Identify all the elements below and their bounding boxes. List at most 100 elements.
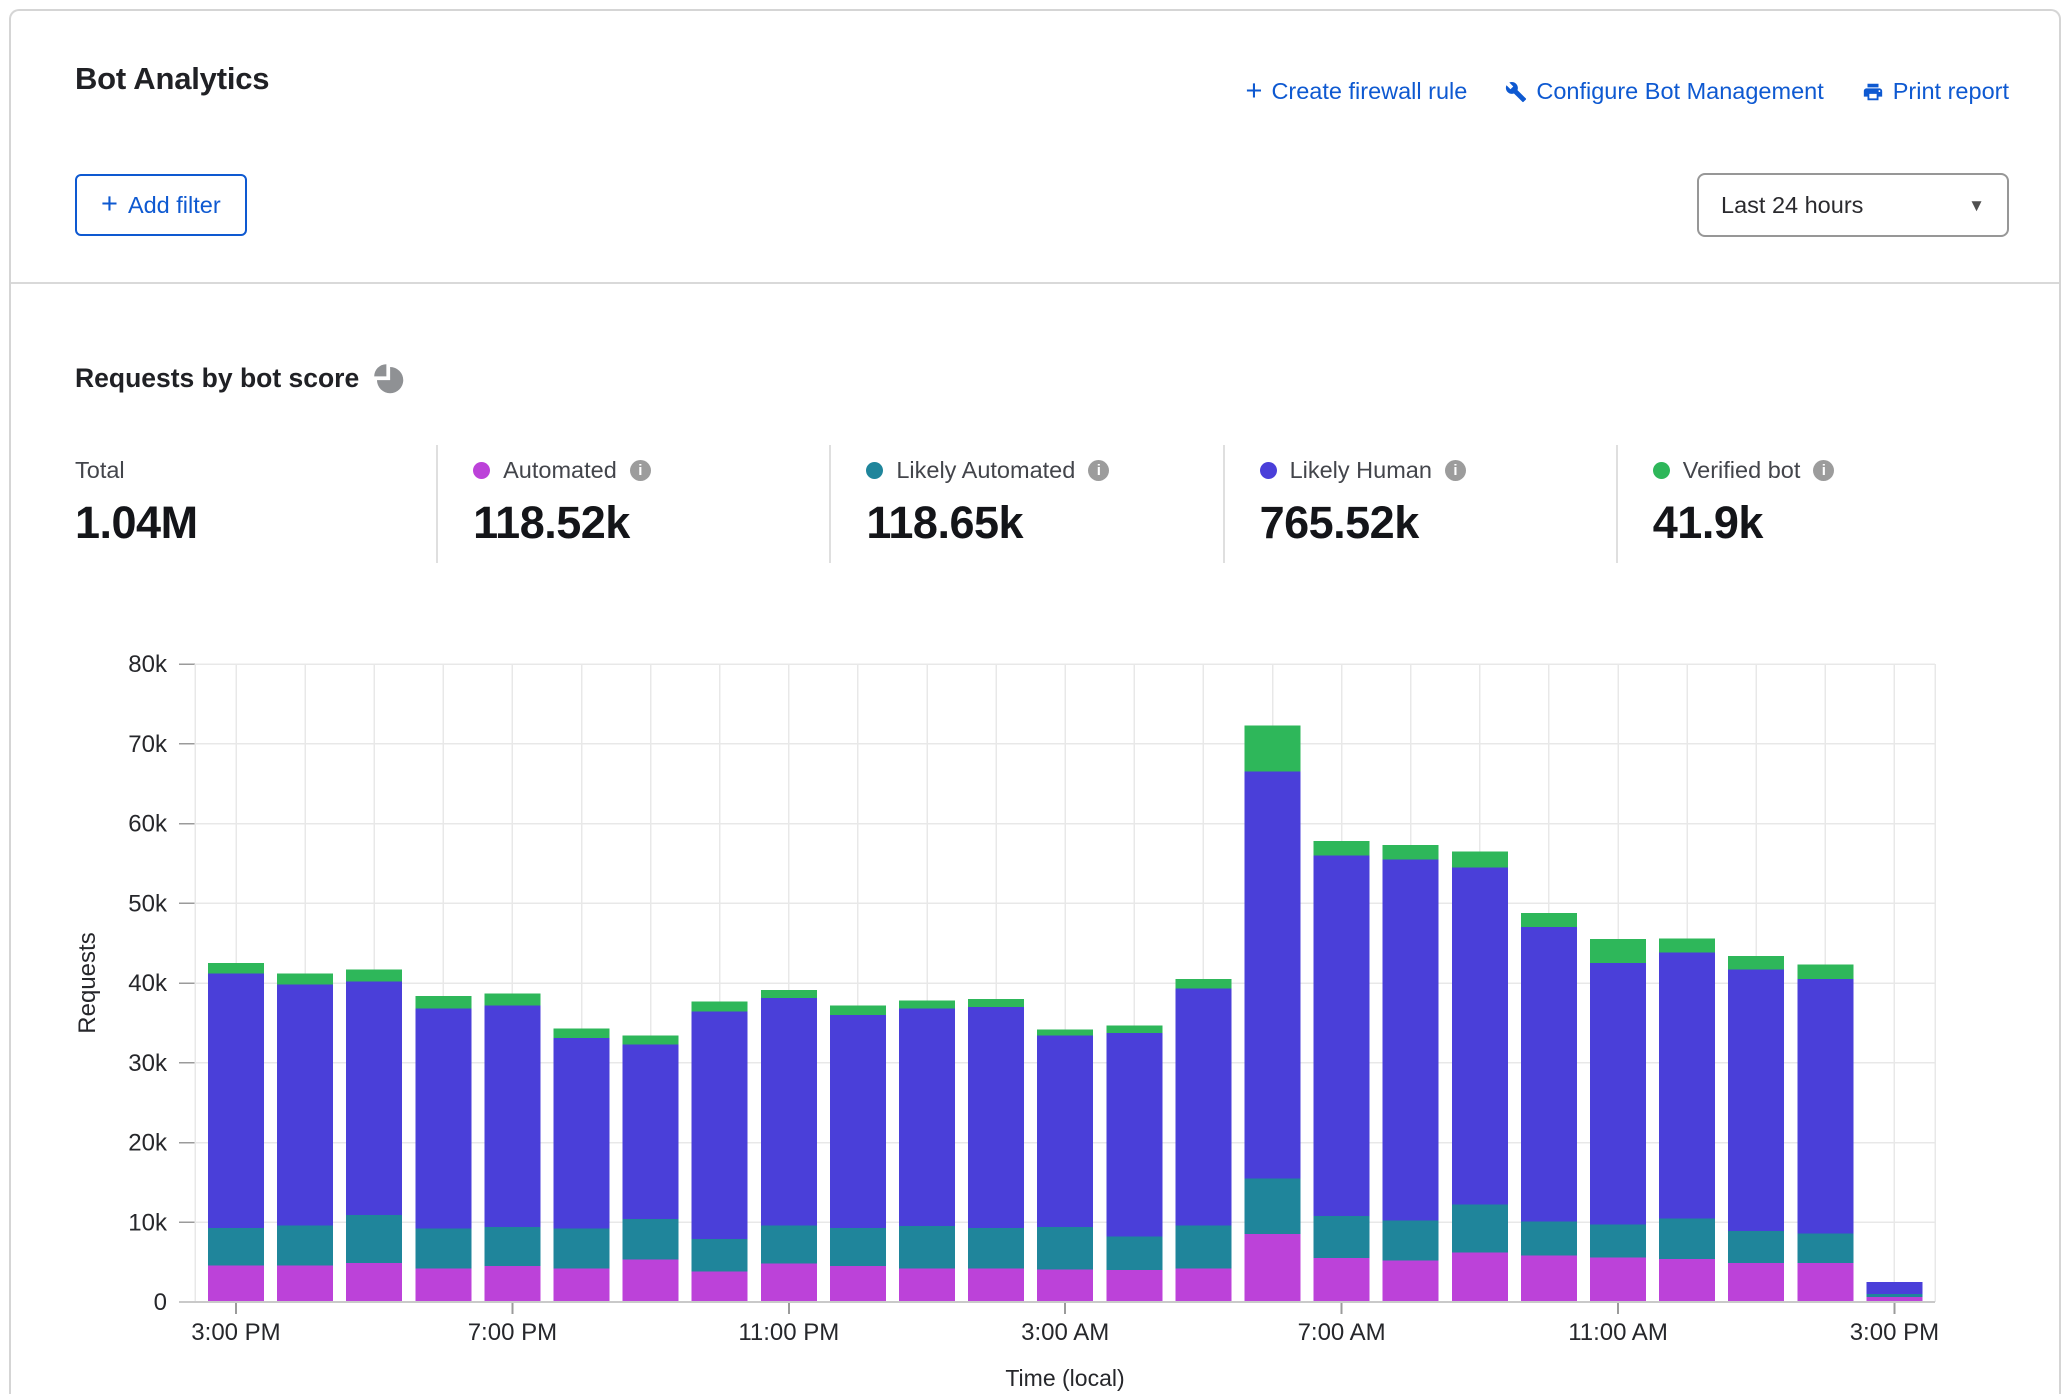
bar-segment-automated[interactable] — [484, 1266, 540, 1302]
bar-segment-automated[interactable] — [346, 1263, 402, 1302]
bar-segment-likely-human[interactable] — [623, 1044, 679, 1219]
bar-segment-verified-bot[interactable] — [1728, 956, 1784, 970]
bar-segment-automated[interactable] — [1314, 1258, 1370, 1302]
info-icon[interactable]: i — [1813, 460, 1834, 481]
bar-segment-likely-human[interactable] — [1521, 927, 1577, 1221]
bar-segment-likely-human[interactable] — [554, 1038, 610, 1229]
bar-segment-likely-automated[interactable] — [554, 1229, 610, 1269]
bar-segment-verified-bot[interactable] — [346, 969, 402, 981]
bar-segment-likely-automated[interactable] — [1659, 1218, 1715, 1259]
info-icon[interactable]: i — [1088, 460, 1109, 481]
bar-segment-automated[interactable] — [692, 1272, 748, 1302]
bar-segment-likely-human[interactable] — [830, 1015, 886, 1228]
create-firewall-rule-link[interactable]: + Create firewall rule — [1246, 78, 1468, 105]
bar-segment-likely-automated[interactable] — [623, 1219, 679, 1260]
bar-segment-likely-human[interactable] — [1866, 1282, 1922, 1294]
bar-segment-verified-bot[interactable] — [1521, 913, 1577, 927]
bar-segment-likely-human[interactable] — [1037, 1036, 1093, 1227]
bar-segment-verified-bot[interactable] — [415, 996, 471, 1009]
bar-hour-13[interactable] — [1106, 1025, 1162, 1302]
bar-segment-verified-bot[interactable] — [277, 973, 333, 984]
bar-hour-20[interactable] — [1590, 939, 1646, 1302]
bar-segment-likely-human[interactable] — [968, 1007, 1024, 1228]
bar-segment-automated[interactable] — [1037, 1269, 1093, 1302]
bar-segment-automated[interactable] — [830, 1266, 886, 1302]
bar-segment-likely-human[interactable] — [1383, 859, 1439, 1220]
bar-segment-automated[interactable] — [1521, 1256, 1577, 1302]
bar-segment-likely-automated[interactable] — [346, 1215, 402, 1263]
bar-segment-verified-bot[interactable] — [1590, 939, 1646, 963]
bar-segment-automated[interactable] — [968, 1269, 1024, 1302]
bar-segment-likely-human[interactable] — [761, 998, 817, 1225]
bar-segment-automated[interactable] — [1797, 1263, 1853, 1302]
bar-segment-likely-automated[interactable] — [1521, 1221, 1577, 1255]
bar-segment-likely-human[interactable] — [1314, 855, 1370, 1215]
bar-hour-12[interactable] — [1037, 1029, 1093, 1302]
bar-hour-15[interactable] — [1245, 725, 1301, 1302]
bar-segment-likely-automated[interactable] — [899, 1226, 955, 1268]
bar-segment-automated[interactable] — [1590, 1257, 1646, 1302]
bar-segment-verified-bot[interactable] — [1383, 845, 1439, 859]
bar-segment-likely-human[interactable] — [208, 973, 264, 1227]
bar-segment-verified-bot[interactable] — [1659, 938, 1715, 952]
bar-hour-2[interactable] — [346, 969, 402, 1302]
bar-segment-likely-automated[interactable] — [1314, 1216, 1370, 1258]
bar-segment-verified-bot[interactable] — [1175, 979, 1231, 989]
bar-segment-likely-human[interactable] — [1175, 989, 1231, 1226]
bar-segment-automated[interactable] — [1452, 1253, 1508, 1302]
bar-segment-likely-automated[interactable] — [208, 1228, 264, 1265]
bar-segment-likely-automated[interactable] — [761, 1225, 817, 1263]
info-icon[interactable]: i — [1445, 460, 1466, 481]
bar-hour-10[interactable] — [899, 1001, 955, 1302]
bar-hour-0[interactable] — [208, 963, 264, 1302]
add-filter-button[interactable]: + Add filter — [75, 174, 247, 236]
bar-segment-likely-automated[interactable] — [1452, 1205, 1508, 1253]
bar-hour-8[interactable] — [761, 990, 817, 1302]
bar-segment-automated[interactable] — [1383, 1261, 1439, 1302]
bar-segment-automated[interactable] — [1659, 1259, 1715, 1302]
bar-segment-likely-human[interactable] — [1245, 772, 1301, 1179]
bar-segment-likely-human[interactable] — [1797, 979, 1853, 1233]
bar-segment-likely-automated[interactable] — [277, 1225, 333, 1265]
bar-hour-5[interactable] — [554, 1028, 610, 1302]
bar-segment-likely-human[interactable] — [1106, 1033, 1162, 1236]
bar-segment-likely-automated[interactable] — [1245, 1178, 1301, 1234]
bar-segment-likely-automated[interactable] — [1728, 1231, 1784, 1263]
bar-segment-automated[interactable] — [277, 1265, 333, 1302]
bar-segment-likely-automated[interactable] — [484, 1227, 540, 1266]
bar-segment-likely-automated[interactable] — [968, 1228, 1024, 1269]
bar-segment-likely-automated[interactable] — [1866, 1294, 1922, 1297]
bar-segment-verified-bot[interactable] — [692, 1001, 748, 1011]
bar-hour-1[interactable] — [277, 973, 333, 1302]
bar-segment-verified-bot[interactable] — [968, 999, 1024, 1007]
bar-hour-9[interactable] — [830, 1005, 886, 1302]
bar-segment-likely-automated[interactable] — [692, 1239, 748, 1272]
bar-segment-likely-human[interactable] — [1659, 953, 1715, 1219]
bar-segment-likely-human[interactable] — [277, 985, 333, 1226]
bar-segment-likely-automated[interactable] — [415, 1229, 471, 1269]
bar-hour-22[interactable] — [1728, 956, 1784, 1302]
print-report-link[interactable]: Print report — [1862, 78, 2009, 105]
bar-segment-likely-automated[interactable] — [1590, 1225, 1646, 1258]
bar-hour-6[interactable] — [623, 1036, 679, 1302]
bar-segment-verified-bot[interactable] — [1797, 965, 1853, 979]
bar-hour-7[interactable] — [692, 1001, 748, 1302]
info-icon[interactable]: i — [630, 460, 651, 481]
bar-segment-verified-bot[interactable] — [1452, 851, 1508, 867]
bar-segment-verified-bot[interactable] — [1106, 1025, 1162, 1033]
bar-hour-14[interactable] — [1175, 979, 1231, 1302]
bar-segment-automated[interactable] — [761, 1264, 817, 1302]
bar-segment-likely-human[interactable] — [1590, 963, 1646, 1225]
bar-hour-23[interactable] — [1797, 965, 1853, 1302]
bar-segment-verified-bot[interactable] — [208, 963, 264, 973]
bar-segment-automated[interactable] — [623, 1260, 679, 1302]
bar-hour-3[interactable] — [415, 996, 471, 1302]
bar-segment-likely-human[interactable] — [1452, 867, 1508, 1204]
bar-segment-likely-automated[interactable] — [1383, 1221, 1439, 1261]
bar-segment-likely-automated[interactable] — [1797, 1233, 1853, 1263]
bar-segment-likely-automated[interactable] — [1106, 1237, 1162, 1270]
bar-segment-verified-bot[interactable] — [1037, 1029, 1093, 1035]
bar-segment-automated[interactable] — [415, 1269, 471, 1302]
bar-segment-automated[interactable] — [554, 1269, 610, 1302]
bar-segment-automated[interactable] — [1106, 1270, 1162, 1302]
